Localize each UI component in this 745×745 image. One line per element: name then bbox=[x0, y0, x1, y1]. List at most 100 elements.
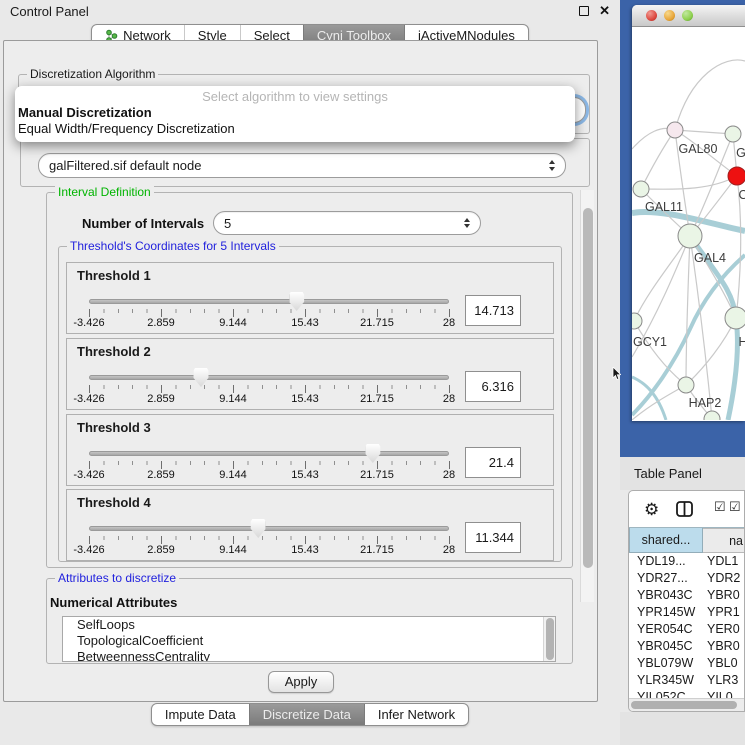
thresholds-group-title: Threshold's Coordinates for 5 Intervals bbox=[67, 239, 279, 253]
float-window-icon[interactable] bbox=[579, 6, 589, 16]
tab-discretize-data[interactable]: Discretize Data bbox=[249, 704, 364, 725]
network-canvas[interactable]: GAL80GCGAL11GAL4GCY1HHAP2 bbox=[632, 27, 745, 420]
tick-label: 21.715 bbox=[360, 544, 394, 556]
slider-tick-labels: -3.4262.8599.14415.4321.71528 bbox=[89, 393, 449, 405]
attribute-list-item[interactable]: TopologicalCoefficient bbox=[63, 633, 555, 649]
network-node[interactable] bbox=[633, 181, 649, 197]
split-columns-icon[interactable] bbox=[676, 501, 693, 522]
close-traffic-light-icon[interactable] bbox=[646, 10, 657, 21]
table-row[interactable]: YPR145WYPR1 bbox=[629, 604, 744, 621]
tick-label: 21.715 bbox=[360, 469, 394, 481]
gear-icon[interactable]: ⚙ bbox=[644, 501, 659, 518]
tick-label: 15.43 bbox=[291, 544, 319, 556]
column-header-name[interactable]: na bbox=[703, 528, 744, 553]
table-row[interactable]: YDL19...YDL1 bbox=[629, 553, 744, 570]
discretization-algorithm-group-title: Discretization Algorithm bbox=[27, 67, 158, 81]
slider-tick-labels: -3.4262.8599.14415.4321.71528 bbox=[89, 544, 449, 556]
network-node[interactable] bbox=[678, 224, 702, 248]
list-scrollbar[interactable] bbox=[543, 617, 555, 661]
algorithm-dropdown-popup: Select algorithm to view settings Manual… bbox=[15, 86, 575, 142]
threshold-1-panel: Threshold 1 -3.4262.8599.14415.4321.7152… bbox=[66, 262, 554, 334]
table-cell: YBR0 bbox=[703, 587, 744, 604]
select-all-checkbox-icon[interactable]: ☑ bbox=[714, 500, 726, 514]
network-node-label: GCY1 bbox=[633, 335, 667, 349]
table-data-combobox[interactable]: galFiltered.sif default node bbox=[38, 153, 566, 178]
tab-impute-data[interactable]: Impute Data bbox=[152, 704, 249, 725]
network-node[interactable] bbox=[678, 377, 694, 393]
network-window-titlebar[interactable] bbox=[632, 5, 745, 27]
network-node[interactable] bbox=[725, 307, 745, 329]
table-row[interactable]: YLR345WYLR3 bbox=[629, 672, 744, 689]
threshold-3-value-field[interactable]: 21.4 bbox=[465, 447, 521, 478]
table-panel-header: Table Panel bbox=[620, 457, 745, 490]
table-panel-body: ⚙ ☑ ☑ shared... na YDL19...YDL1YDR27...Y… bbox=[628, 490, 745, 712]
horizontal-scrollbar[interactable] bbox=[629, 698, 744, 711]
network-node-label: GAL4 bbox=[694, 251, 726, 265]
select-none-checkbox-icon[interactable]: ☑ bbox=[729, 500, 741, 514]
dropdown-placeholder-item[interactable]: Select algorithm to view settings bbox=[15, 89, 575, 105]
threshold-1-value-field[interactable]: 14.713 bbox=[465, 295, 521, 326]
network-node[interactable] bbox=[728, 167, 745, 185]
tick-label: 9.144 bbox=[219, 544, 247, 556]
network-graph: GAL80GCGAL11GAL4GCY1HHAP2 bbox=[632, 27, 745, 420]
threshold-1-label: Threshold 1 bbox=[77, 268, 151, 283]
dropdown-option-equal-width[interactable]: Equal Width/Frequency Discretization bbox=[15, 121, 575, 137]
table-row[interactable]: YER054CYER0 bbox=[629, 621, 744, 638]
table-cell: YLR3 bbox=[703, 672, 744, 689]
minimize-traffic-light-icon[interactable] bbox=[664, 10, 675, 21]
table-row[interactable]: YBR045CYBR0 bbox=[629, 638, 744, 655]
tick-label: 21.715 bbox=[360, 393, 394, 405]
bottom-tab-bar: Impute Data Discretize Data Infer Networ… bbox=[0, 703, 620, 726]
threshold-4-value-field[interactable]: 11.344 bbox=[465, 522, 521, 553]
threshold-2-label: Threshold 2 bbox=[77, 344, 151, 359]
tick-label: -3.426 bbox=[73, 393, 104, 405]
tick-label: 28 bbox=[443, 317, 455, 329]
attribute-list-item[interactable]: SelfLoops bbox=[63, 617, 555, 633]
number-of-intervals-label: Number of Intervals bbox=[82, 216, 204, 231]
number-of-intervals-combobox[interactable]: 5 bbox=[213, 211, 481, 235]
table-header-row: shared... na bbox=[629, 527, 744, 553]
tab-infer-network[interactable]: Infer Network bbox=[364, 704, 468, 725]
table-row[interactable]: YDR27...YDR2 bbox=[629, 570, 744, 587]
table-row[interactable]: YBR043CYBR0 bbox=[629, 587, 744, 604]
table-cell: YDR27... bbox=[629, 570, 703, 587]
slider-tick-labels: -3.4262.8599.14415.4321.71528 bbox=[89, 469, 449, 481]
column-header-shared-name[interactable]: shared... bbox=[629, 528, 703, 553]
tick-label: 15.43 bbox=[291, 393, 319, 405]
panel-scrollbar[interactable] bbox=[580, 190, 594, 602]
slider-tick-labels: -3.4262.8599.14415.4321.71528 bbox=[89, 317, 449, 329]
network-node-label: GAL11 bbox=[645, 200, 683, 214]
dropdown-option-manual[interactable]: Manual Discretization bbox=[15, 105, 575, 121]
network-node[interactable] bbox=[725, 126, 741, 142]
threshold-4-slider[interactable] bbox=[89, 526, 449, 531]
slider-tick-marks bbox=[89, 309, 449, 317]
network-node[interactable] bbox=[667, 122, 683, 138]
threshold-3-slider[interactable] bbox=[89, 451, 449, 456]
network-node[interactable] bbox=[632, 313, 642, 329]
attribute-list-item[interactable]: BetweennessCentrality bbox=[63, 649, 555, 662]
table-row[interactable]: YBL079WYBL0 bbox=[629, 655, 744, 672]
horizontal-scrollbar-thumb[interactable] bbox=[631, 701, 737, 709]
threshold-4-label: Threshold 4 bbox=[77, 495, 151, 510]
zoom-traffic-light-icon[interactable] bbox=[682, 10, 693, 21]
control-panel-titlebar: Control Panel ✕ bbox=[0, 0, 620, 22]
table-cell: YER054C bbox=[629, 621, 703, 638]
threshold-1-slider[interactable] bbox=[89, 299, 449, 304]
close-icon[interactable]: ✕ bbox=[599, 6, 610, 16]
panel-scrollbar-thumb[interactable] bbox=[583, 208, 593, 568]
table-cell: YDL19... bbox=[629, 553, 703, 570]
table-cell: YDL1 bbox=[703, 553, 744, 570]
apply-button[interactable]: Apply bbox=[268, 671, 334, 693]
network-node-label: GAL80 bbox=[679, 142, 718, 156]
threshold-2-slider[interactable] bbox=[89, 375, 449, 380]
numerical-attributes-list[interactable]: SelfLoopsTopologicalCoefficientBetweenne… bbox=[62, 616, 556, 662]
threshold-3-panel: Threshold 3 -3.4262.8599.14415.4321.7152… bbox=[66, 414, 554, 486]
slider-tick-marks bbox=[89, 536, 449, 544]
tick-label: 2.859 bbox=[147, 317, 175, 329]
combo-stepper-icon bbox=[464, 218, 470, 229]
threshold-2-value-field[interactable]: 6.316 bbox=[465, 371, 521, 402]
control-panel-title: Control Panel bbox=[10, 4, 89, 19]
table-cell: YBR045C bbox=[629, 638, 703, 655]
network-node-label: C bbox=[738, 188, 745, 202]
slider-tick-marks bbox=[89, 385, 449, 393]
